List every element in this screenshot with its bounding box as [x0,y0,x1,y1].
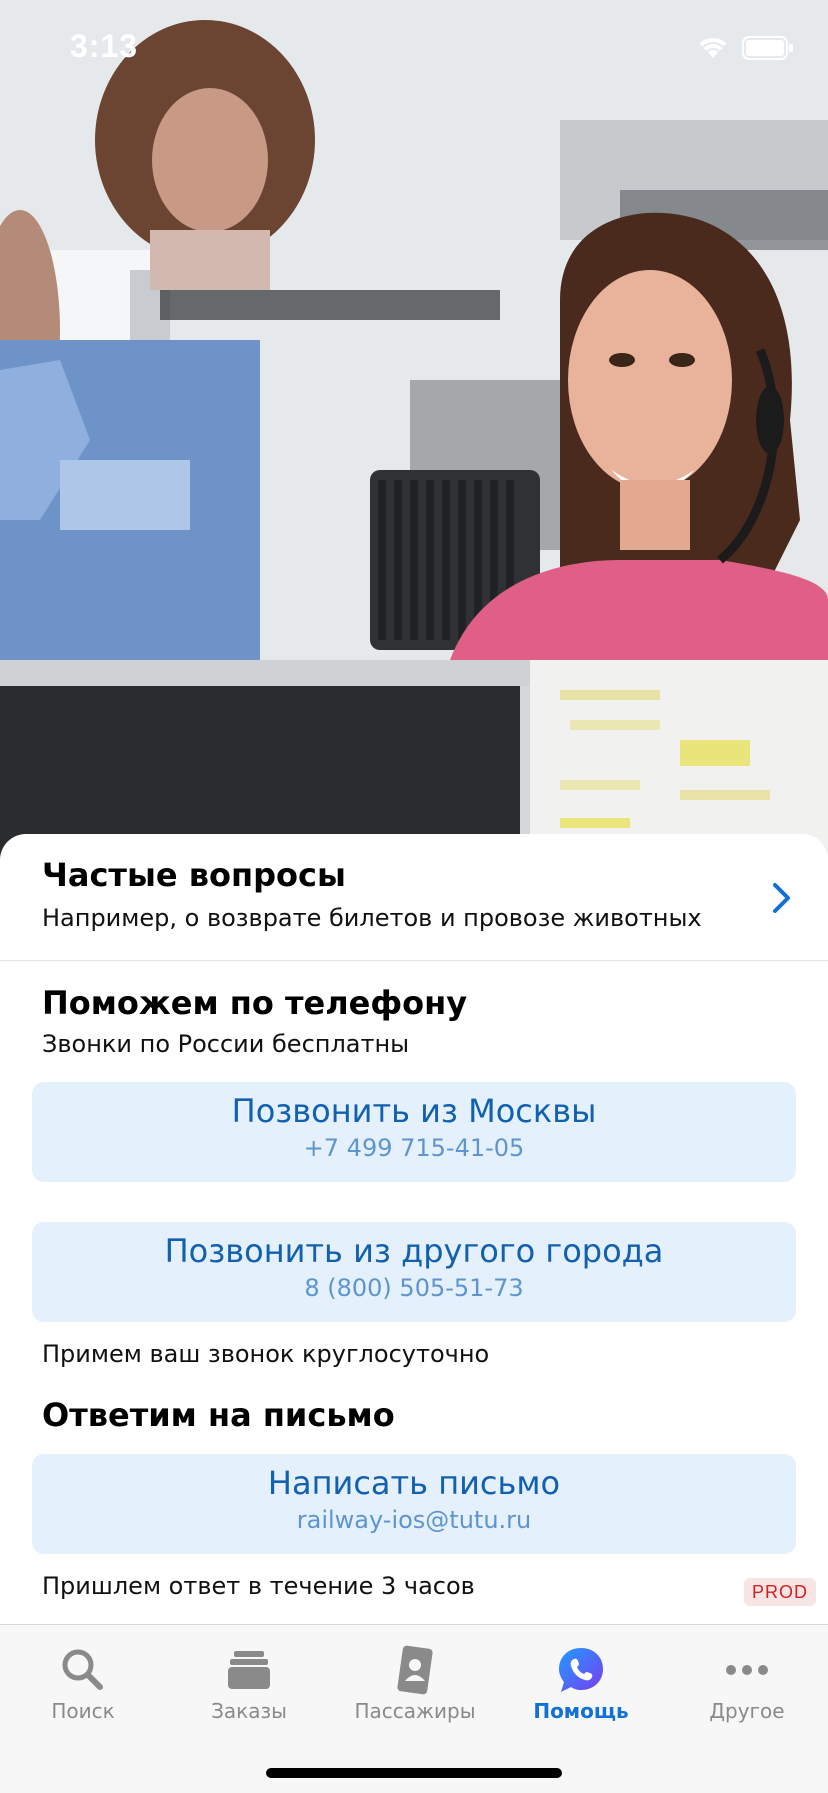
home-indicator [266,1768,562,1778]
orders-icon [228,1651,270,1689]
tab-more[interactable]: Другое [664,1625,828,1735]
tab-passengers-label: Пассажиры [354,1699,476,1723]
chevron-right-icon [773,883,790,913]
tab-search-label: Поиск [51,1699,115,1723]
faq-title: Частые вопросы [42,856,346,894]
tab-more-label: Другое [709,1699,785,1723]
more-icon [726,1665,768,1675]
status-time: 3:13 [70,28,139,64]
call-moscow-label: Позвонить из Москвы [231,1092,597,1130]
passengers-icon [397,1645,433,1695]
call-other-city-label: Позвонить из другого города [164,1232,664,1270]
tab-search[interactable]: Поиск [0,1625,166,1735]
hero-photo [0,0,828,860]
tab-orders-label: Заказы [211,1699,287,1723]
help-sheet: Частые вопросы Например, о возврате биле… [0,834,828,1624]
faq-row[interactable]: Частые вопросы Например, о возврате биле… [0,834,828,960]
search-icon [62,1649,103,1690]
call-moscow-number: +7 499 715-41-05 [303,1134,525,1162]
battery-icon [742,36,793,60]
tab-orders[interactable]: Заказы [166,1625,332,1735]
env-badge: PROD [744,1578,817,1606]
phone-section-title: Поможем по телефону [42,984,468,1022]
tab-passengers[interactable]: Пассажиры [332,1625,498,1735]
call-moscow-button[interactable]: Позвонить из Москвы +7 499 715-41-05 [32,1082,796,1182]
tab-help[interactable]: Помощь [498,1625,664,1735]
write-email-address: railway-ios@tutu.ru [296,1506,532,1534]
write-email-label: Написать письмо [267,1464,561,1502]
phone-section-subtitle: Звонки по России бесплатны [42,1030,410,1058]
write-email-button[interactable]: Написать письмо railway-ios@tutu.ru [32,1454,796,1554]
wifi-icon [699,38,727,58]
status-bar: 3:13 [0,0,828,100]
phone-hours-note: Примем ваш звонок круглосуточно [42,1340,490,1368]
call-other-city-number: 8 (800) 505-51-73 [304,1274,524,1302]
email-response-note: Пришлем ответ в течение 3 часов [42,1572,475,1600]
divider [0,960,828,961]
email-section-title: Ответим на письмо [42,1396,395,1434]
call-other-city-button[interactable]: Позвонить из другого города 8 (800) 505-… [32,1222,796,1322]
tab-help-label: Помощь [533,1699,629,1723]
help-chat-icon [559,1648,603,1692]
faq-subtitle: Например, о возврате билетов и провозе ж… [42,904,702,932]
